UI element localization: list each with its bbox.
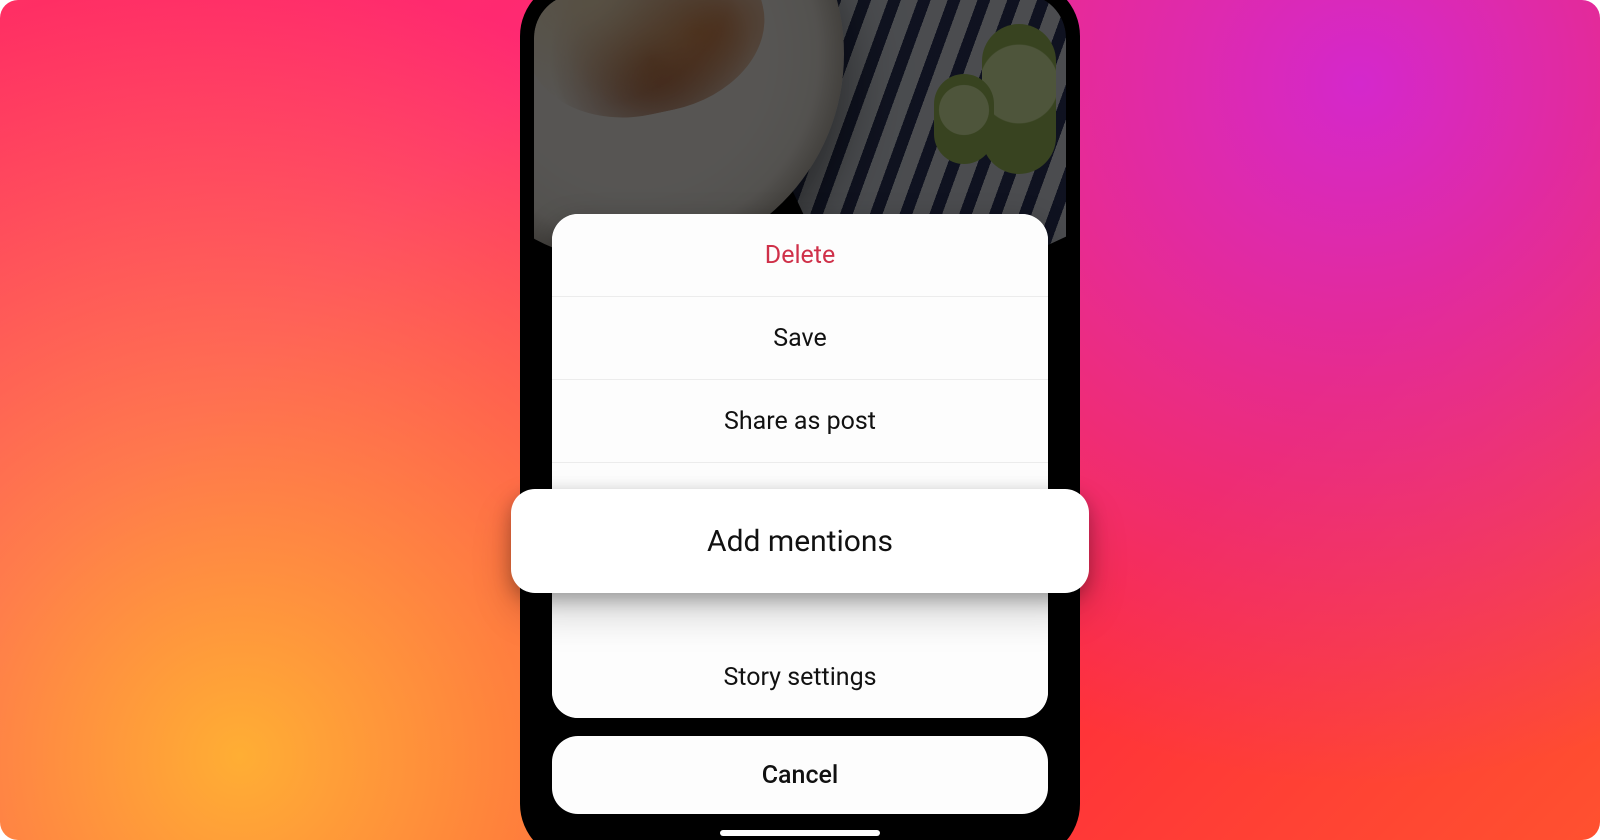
cancel-button[interactable]: Cancel xyxy=(552,736,1048,814)
action-share-as-post[interactable]: Share as post xyxy=(552,380,1048,463)
action-save[interactable]: Save xyxy=(552,297,1048,380)
action-save-label: Save xyxy=(773,324,826,353)
add-mentions-callout-label: Add mentions xyxy=(707,524,893,559)
action-story-settings-label: Story settings xyxy=(723,663,876,692)
cancel-button-label: Cancel xyxy=(762,761,839,790)
action-share-as-post-label: Share as post xyxy=(724,407,876,436)
action-story-settings[interactable]: Story settings xyxy=(552,636,1048,718)
promo-stage: Delete Save Share as post Send to… Story… xyxy=(0,0,1600,840)
phone-screen: Delete Save Share as post Send to… Story… xyxy=(534,0,1066,840)
action-delete-label: Delete xyxy=(765,241,835,270)
add-mentions-callout[interactable]: Add mentions xyxy=(511,489,1089,593)
home-indicator xyxy=(720,830,880,836)
action-delete[interactable]: Delete xyxy=(552,214,1048,297)
action-sheet: Delete Save Share as post Send to… Story… xyxy=(552,214,1048,718)
phone-frame: Delete Save Share as post Send to… Story… xyxy=(520,0,1080,840)
